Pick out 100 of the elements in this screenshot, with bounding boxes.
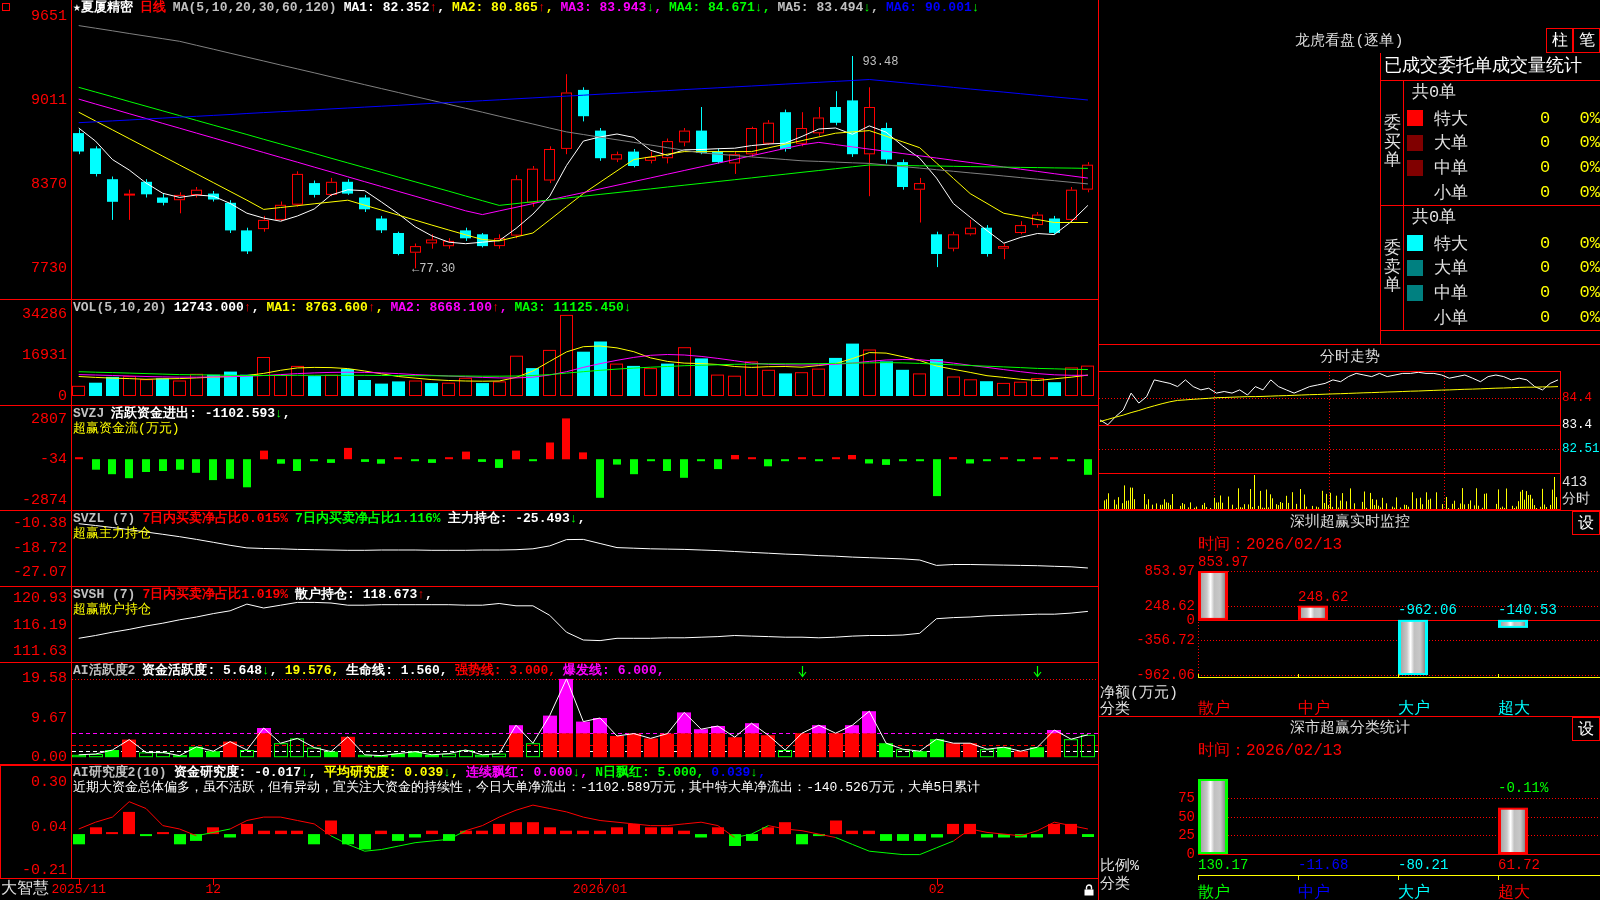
candle	[578, 86, 589, 122]
fund-flow-bar	[1033, 457, 1041, 460]
category-label: 中户	[1298, 700, 1330, 716]
candle	[998, 243, 1009, 260]
settings-button[interactable]: 设	[1572, 511, 1600, 535]
legend-text: MA3: 11125.450↓	[514, 300, 632, 315]
date-label: 02	[928, 882, 945, 898]
legend-text: N日飘红: 5.000,	[595, 765, 705, 780]
fund-flow-bar	[579, 452, 587, 460]
order-share: 0%	[1579, 183, 1600, 203]
order-share: 0%	[1579, 258, 1600, 278]
lock-icon	[1084, 883, 1094, 896]
ratio-label: 130.17	[1198, 857, 1249, 873]
fund-flow-bar	[445, 457, 453, 460]
candle	[258, 215, 269, 233]
legend-text: SVZL (7)	[73, 511, 136, 526]
fund-flow-bar	[882, 459, 890, 465]
axis-label: -34	[40, 453, 67, 467]
category-label: 超大	[1498, 884, 1530, 900]
period-label: 分时	[1562, 491, 1590, 508]
legend-text: 0.039↓,	[711, 765, 766, 780]
legend-text: MA5: 83.494↓,	[777, 0, 879, 15]
legend-text: 连续飘红: 0.000↓,	[465, 765, 589, 780]
date-text: 时间：2026/02/13	[1198, 536, 1342, 554]
candle	[981, 224, 992, 258]
candle	[225, 199, 236, 234]
axis-label: 9011	[31, 93, 67, 107]
candle	[275, 201, 286, 222]
legend-text: ★夏厦精密	[73, 0, 133, 15]
fund-flow-bar	[663, 459, 671, 471]
axis-label: 75	[1178, 790, 1195, 807]
price-label: ←77.30	[412, 262, 456, 277]
axis-label: -356.72	[1136, 632, 1195, 649]
fund-flow-bar	[192, 459, 200, 473]
fund-flow-bar	[697, 459, 705, 462]
candle	[376, 215, 387, 234]
candle	[729, 151, 740, 175]
analysis-text: 近期大资金总体偏多，虽不活跃，但有异动，宜关注大资金的持续性，今日大单净流出：-1102.589万元，其中特大单净流出：-140.526万元，大单5日累计	[73, 780, 981, 795]
candle	[780, 109, 791, 153]
fund-flow-bar	[1067, 459, 1075, 462]
fund-flow-bar	[478, 459, 486, 462]
legend-text: VOL(5,10,20)	[73, 300, 167, 315]
date-text: 时间：2026/02/13	[1198, 742, 1342, 760]
legend-text: MA1: 82.352↑,	[343, 0, 446, 15]
legend-text: 资金活跃度: 5.648↓,	[142, 663, 278, 678]
candle	[1066, 186, 1077, 223]
fund-flow-bar	[310, 459, 318, 462]
settings-button[interactable]: 设	[1572, 717, 1600, 741]
axis-label: 0.00	[31, 750, 67, 764]
chart-mode-button[interactable]: 柱	[1546, 28, 1573, 53]
category-label: 中户	[1298, 884, 1330, 900]
candle	[191, 186, 202, 198]
chart-mode-button[interactable]: 笔	[1573, 28, 1600, 53]
axis-title: 净额(万元)	[1100, 685, 1178, 702]
candle	[73, 128, 84, 155]
fund-flow-bar	[411, 459, 419, 462]
candle	[90, 145, 101, 177]
legend-text: MA(5,10,20,30,60,120)	[172, 0, 337, 15]
fund-flow-bar	[75, 457, 83, 460]
legend-text: MA6: 90.001↓	[885, 0, 980, 15]
legend-text: 日线	[139, 0, 166, 15]
indicator-caption: 超赢资金流(万元)	[73, 421, 180, 436]
candle	[443, 237, 454, 250]
candle	[393, 231, 404, 256]
legend-text: 平均研究度: 0.039↓,	[323, 765, 459, 780]
candle	[342, 178, 353, 196]
axis-title: 比例%	[1100, 858, 1139, 875]
fund-flow-bar	[714, 459, 722, 470]
fund-flow-bar	[512, 450, 520, 460]
axis-label: 2807	[31, 412, 67, 426]
panel-title: 龙虎看盘(逐单)	[1295, 31, 1404, 50]
axis-label: 116.19	[13, 619, 67, 632]
fund-flow-bar	[125, 459, 133, 479]
fund-flow-bar	[832, 457, 840, 460]
fund-flow-bar	[108, 459, 116, 475]
axis-label: -0.21	[22, 863, 67, 877]
fund-flow-bar	[748, 457, 756, 460]
candle	[309, 180, 320, 198]
axis-label: 853.97	[1144, 563, 1195, 580]
order-count: 0	[1539, 308, 1551, 328]
fund-flow-bar	[394, 457, 402, 460]
legend-text: SVZJ	[73, 406, 105, 421]
candle	[359, 194, 370, 213]
axis-label: 82.51	[1562, 441, 1600, 456]
legend-text: MA2: 80.865↑,	[452, 0, 554, 15]
candle	[931, 231, 942, 268]
candle	[426, 233, 437, 250]
order-count: 0	[1539, 108, 1551, 128]
axis-label: 111.63	[13, 644, 67, 658]
square-marker-icon	[2, 3, 10, 11]
axis-label: 34286	[22, 307, 67, 321]
fund-flow-bar	[983, 459, 991, 462]
order-size-label: 大单	[1434, 258, 1468, 280]
candle	[1049, 215, 1060, 235]
axis-label: -2874	[22, 493, 67, 507]
candle	[662, 138, 673, 164]
axis-label: 0.30	[31, 776, 67, 790]
fund-flow-bar	[966, 459, 974, 464]
order-total: 共0单	[1412, 208, 1457, 227]
axis-label: -10.38	[13, 516, 67, 530]
